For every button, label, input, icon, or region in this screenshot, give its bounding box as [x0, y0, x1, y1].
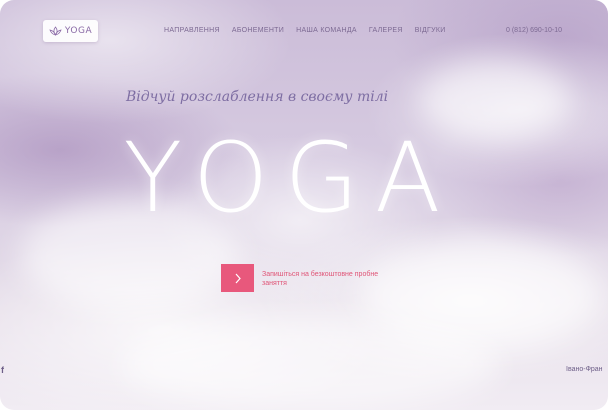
signup-button[interactable]: [221, 264, 254, 292]
hero-title: YOGA: [123, 122, 457, 234]
nav-item-reviews[interactable]: ВІДГУКИ: [415, 27, 446, 34]
city-label: Івано-Фран: [566, 366, 603, 373]
chevron-right-icon: [235, 273, 241, 283]
nav-item-gallery[interactable]: ГАЛЕРЕЯ: [369, 27, 403, 34]
page-frame: YOGA НАПРАВЛЕННЯ АБОНЕМЕНТИ НАША КОМАНДА…: [0, 0, 608, 410]
main-nav: НАПРАВЛЕННЯ АБОНЕМЕНТИ НАША КОМАНДА ГАЛЕ…: [164, 27, 446, 34]
nav-item-subscriptions[interactable]: АБОНЕМЕНТИ: [232, 27, 284, 34]
nav-item-directions[interactable]: НАПРАВЛЕННЯ: [164, 27, 220, 34]
phone-link[interactable]: 0 (812) 690-10-10: [506, 27, 562, 34]
nav-item-team[interactable]: НАША КОМАНДА: [296, 27, 357, 34]
logo[interactable]: YOGA: [43, 20, 98, 42]
logo-text: YOGA: [64, 26, 93, 36]
cloud-decoration: [120, 320, 500, 410]
facebook-icon[interactable]: f: [1, 365, 4, 375]
lotus-icon: [49, 25, 62, 36]
signup-link-text[interactable]: Запишіться на безкоштовне пробне заняття: [262, 270, 382, 288]
hero-tagline: Відчуй розслаблення в своєму тілі: [126, 89, 389, 105]
